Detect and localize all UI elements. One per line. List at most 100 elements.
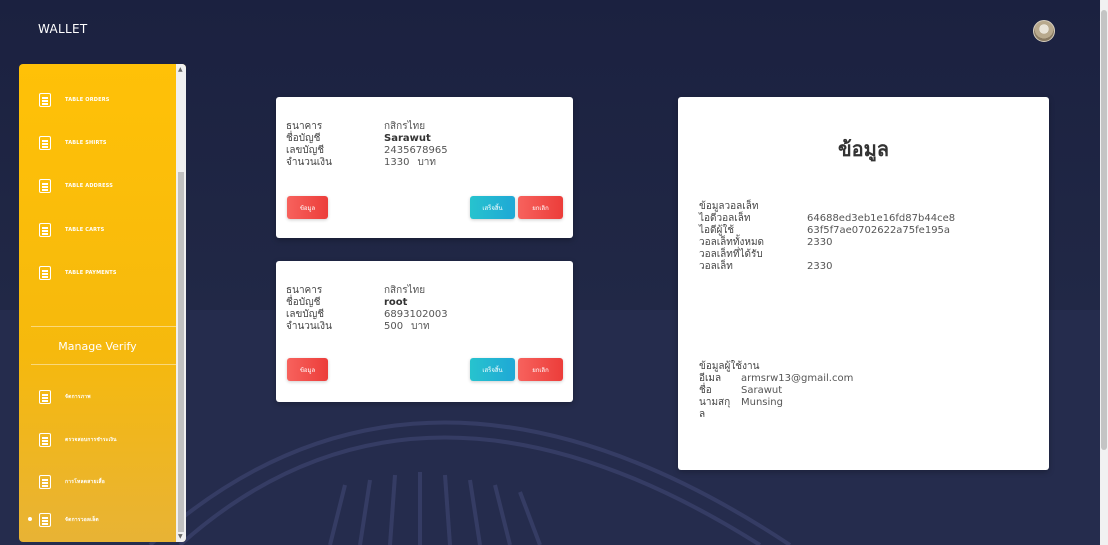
complete-button[interactable]: เสร็จสิ้น: [470, 358, 515, 381]
first-name-value: Sarawut: [741, 385, 783, 396]
wallet-label: วอลเล็ท: [699, 261, 733, 272]
sidebar-item-label: TABLE ADDRESS: [65, 183, 114, 189]
user-id-row: ไอดีผู้ใช้ 63f5f7ae0702622a75fe195a: [699, 225, 950, 236]
amount-value: 1330: [384, 157, 410, 168]
sidebar-item-label: TABLE PAYMENTS: [65, 270, 117, 276]
email-value: armsrw13@gmail.com: [741, 373, 854, 384]
email-label: อีเมล: [699, 373, 722, 384]
bank-value: กสิกรไทย: [384, 121, 426, 132]
bank-value: กสิกรไทย: [384, 285, 426, 296]
last-name-label: นามสกุ: [699, 397, 731, 408]
cancel-button[interactable]: ยกเลิก: [518, 358, 563, 381]
info-button[interactable]: ข้อมูล: [287, 358, 328, 381]
wallet-heading-row: ข้อมูลวอลเล็ท: [699, 201, 807, 212]
last-name-row: นามสกุ Munsing: [699, 397, 783, 408]
sidebar-item-table-orders[interactable]: TABLE ORDERS: [39, 90, 110, 110]
sidebar: TABLE ORDERS TABLE SHIRTS TABLE ADDRESS …: [19, 64, 186, 542]
sidebar-scrollbar-thumb[interactable]: [178, 172, 184, 532]
amount-label: จำนวนเงิน: [286, 321, 332, 332]
sidebar-section-title: Manage Verify: [58, 340, 137, 353]
info-card: ข้อมูล ข้อมูลวอลเล็ท ไอดีวอลเล็ท 64688ed…: [678, 97, 1049, 470]
account-number-row: เลขบัญชี 2435678965: [286, 145, 448, 156]
wallet-received-label: วอลเล็ทที่ได้รับ: [699, 249, 763, 260]
sidebar-item-label: TABLE ORDERS: [65, 97, 110, 103]
account-name-label: ชื่อบัญชี: [286, 133, 321, 144]
first-name-row: ชื่อ Sarawut: [699, 385, 782, 396]
list-icon: [39, 223, 51, 237]
wallet-total-value: 2330: [807, 237, 833, 248]
sidebar-scrollbar[interactable]: ▲ ▼: [176, 64, 186, 542]
list-icon: [39, 433, 51, 447]
wallet-total-label: วอลเล็ททั้งหมด: [699, 237, 765, 248]
currency-value: บาท: [411, 321, 430, 332]
account-name-value: root: [384, 297, 408, 308]
amount-label: จำนวนเงิน: [286, 157, 332, 168]
account-number-label: เลขบัญชี: [286, 309, 325, 320]
bank-row: ธนาคาร กสิกรไทย: [286, 285, 425, 296]
wallet-id-row: ไอดีวอลเล็ท 64688ed3eb1e16fd87b44ce8: [699, 213, 955, 224]
wallet-heading: ข้อมูลวอลเล็ท: [699, 201, 759, 212]
list-icon: [39, 266, 51, 280]
page-scrollbar-thumb[interactable]: [1101, 10, 1107, 450]
wallet-total-row: วอลเล็ททั้งหมด 2330: [699, 237, 832, 248]
user-heading-row: ข้อมูลผู้ใช้งาน: [699, 361, 759, 372]
bank-label: ธนาคาร: [286, 121, 323, 132]
sidebar-item-table-address[interactable]: TABLE ADDRESS: [39, 176, 113, 196]
sidebar-divider: [31, 326, 176, 327]
account-number-value: 6893102003: [384, 309, 448, 320]
wallet-received-row: วอลเล็ทที่ได้รับ: [699, 249, 807, 260]
wallet-row: วอลเล็ท 2330: [699, 261, 832, 272]
sidebar-item-label: การโหลดสายเสื้อ: [65, 479, 105, 485]
calendar-check-icon: [39, 136, 51, 150]
amount-value: 500: [384, 321, 404, 332]
top-navbar: WALLET: [0, 0, 1100, 60]
last-name-label-wrap-row: ล: [699, 409, 705, 420]
user-id-value: 63f5f7ae0702622a75fe195a: [807, 225, 951, 236]
sidebar-item-table-payments[interactable]: TABLE PAYMENTS: [39, 263, 117, 283]
currency-value: บาท: [417, 157, 437, 168]
scroll-up-icon[interactable]: ▲: [178, 66, 183, 73]
last-name-value: Munsing: [741, 397, 783, 408]
list-icon: [39, 475, 51, 489]
first-name-label: ชื่อ: [699, 385, 712, 396]
brand-title[interactable]: WALLET: [38, 22, 88, 36]
complete-button[interactable]: เสร็จสิ้น: [470, 196, 515, 219]
amount-row: จำนวนเงิน 500 บาท: [286, 321, 430, 332]
list-icon: [39, 179, 51, 193]
last-name-label-wrap: ล: [699, 409, 706, 420]
list-icon: [39, 513, 51, 527]
cancel-button[interactable]: ยกเลิก: [518, 196, 563, 219]
account-name-row: ชื่อบัญชี root: [286, 297, 407, 308]
scroll-down-icon[interactable]: ▼: [178, 533, 183, 540]
info-button[interactable]: ข้อมูล: [287, 196, 328, 219]
user-id-label: ไอดีผู้ใช้: [699, 225, 735, 236]
account-number-value: 2435678965: [384, 145, 448, 156]
sidebar-item-label: จัดการวอลเล็ต: [65, 517, 99, 523]
user-avatar[interactable]: [1033, 20, 1055, 42]
wallet-id-label: ไอดีวอลเล็ท: [699, 213, 751, 224]
info-title: ข้อมูล: [837, 137, 890, 161]
active-indicator-dot: [28, 517, 32, 521]
bank-label: ธนาคาร: [286, 285, 323, 296]
sidebar-item-label: TABLE CARTS: [65, 227, 105, 233]
sidebar-item-table-carts[interactable]: TABLE CARTS: [39, 220, 104, 240]
sidebar-divider: [31, 364, 176, 365]
page-scrollbar[interactable]: [1100, 0, 1108, 545]
account-name-row: ชื่อบัญชี Sarawut: [286, 133, 431, 144]
amount-row: จำนวนเงิน 1330 บาท: [286, 157, 436, 168]
withdraw-request-card: ธนาคาร กสิกรไทย ชื่อบัญชี root เลขบัญชี …: [276, 261, 573, 402]
user-heading: ข้อมูลผู้ใช้งาน: [699, 361, 760, 372]
sidebar-item-verify-payments[interactable]: ตรวจสอบการชำระเงิน: [39, 430, 117, 450]
clipboard-icon: [39, 93, 51, 107]
sidebar-item-table-shirts[interactable]: TABLE SHIRTS: [39, 133, 107, 153]
account-number-row: เลขบัญชี 6893102003: [286, 309, 448, 320]
sidebar-item-label: ตรวจสอบการชำระเงิน: [65, 437, 117, 443]
sidebar-item-label: จัดการภาพ: [65, 394, 91, 400]
sidebar-item-label: TABLE SHIRTS: [65, 140, 107, 146]
sidebar-item-manage-images[interactable]: จัดการภาพ: [39, 387, 91, 407]
sidebar-item-manage-wallet[interactable]: จัดการวอลเล็ต: [39, 510, 99, 530]
sidebar-item-shirt-patterns[interactable]: การโหลดสายเสื้อ: [39, 472, 105, 492]
list-icon: [39, 390, 51, 404]
bank-row: ธนาคาร กสิกรไทย: [286, 121, 425, 132]
wallet-id-value: 64688ed3eb1e16fd87b44ce8: [807, 213, 956, 224]
